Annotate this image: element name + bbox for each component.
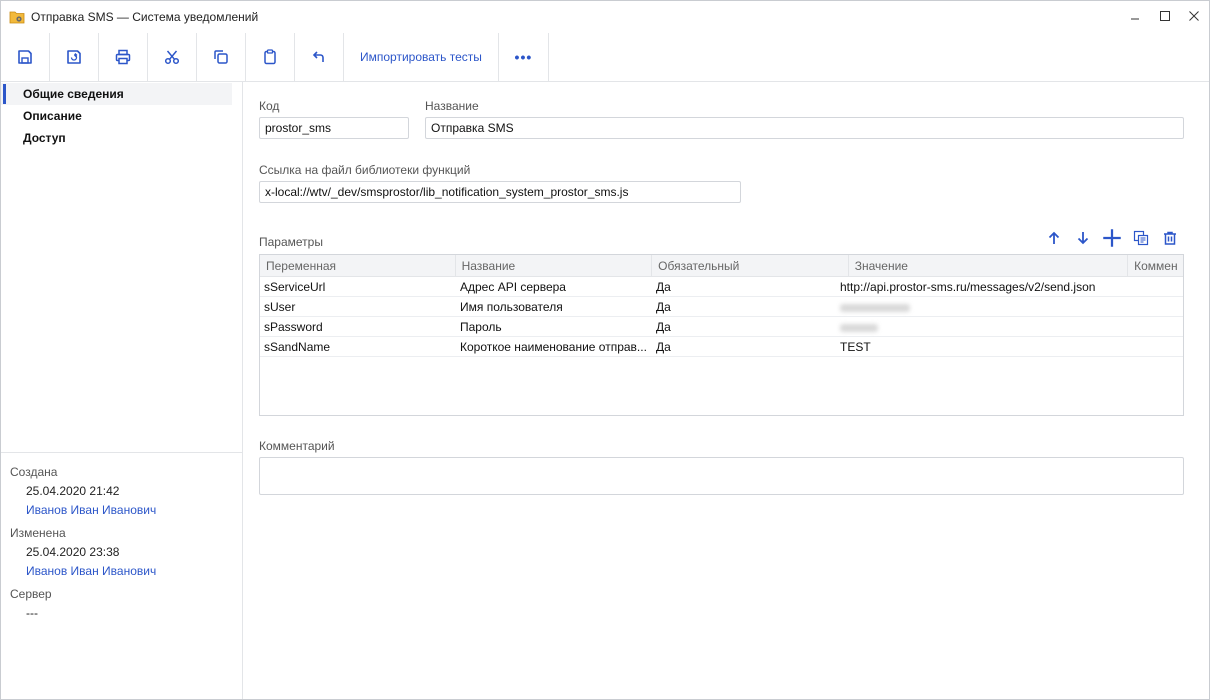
comment-field[interactable] [259,457,1184,495]
add-icon [1102,229,1121,247]
paste-button[interactable] [246,33,295,81]
table-header: Переменная Название Обязательный Значени… [260,255,1183,277]
maximize-icon [1160,11,1170,21]
cell-required: Да [656,340,671,354]
column-header-variable[interactable]: Переменная [260,255,456,277]
modified-label: Изменена [10,526,66,540]
cell-value: TEST [840,340,871,354]
undo-icon [312,51,324,62]
toolbar: Импортировать тесты ••• [1,33,1209,82]
created-label: Создана [10,465,58,479]
cell-value [836,297,1126,317]
copy-row-icon [1133,230,1148,246]
name-field[interactable]: Отправка SMS [425,117,1184,139]
column-header-required[interactable]: Обязательный [652,255,849,277]
print-button[interactable] [99,33,148,81]
table-row[interactable]: sSandName Короткое наименование отправ...… [260,337,1183,357]
import-tests-button[interactable]: Импортировать тесты [344,33,499,81]
params-table: Переменная Название Обязательный Значени… [259,254,1184,416]
save-icon [18,50,32,64]
delete-icon [1163,231,1176,245]
copy-icon [214,50,228,64]
modified-date: 25.04.2020 23:38 [26,545,120,559]
copy-button[interactable] [197,33,246,81]
cell-variable: sPassword [264,320,323,334]
params-toolbar [1039,227,1184,249]
lib-link-field[interactable]: x-local://wtv/_dev/smsprostor/lib_notifi… [259,181,741,203]
cell-name: Пароль [460,320,502,334]
close-icon [1189,11,1199,21]
cut-button[interactable] [148,33,197,81]
created-by-link[interactable]: Иванов Иван Иванович [1,501,242,520]
save-as-icon [67,50,81,64]
table-row[interactable]: sUser Имя пользователя Да [260,297,1183,317]
cell-name: Адрес API сервера [460,280,566,294]
cut-icon [164,50,180,65]
table-body: sServiceUrl Адрес API сервера Да http://api… [260,277,1183,357]
move-down-button[interactable] [1068,227,1097,249]
arrow-down-icon [1077,232,1088,245]
code-field[interactable]: prostor_sms [259,117,409,139]
table-row[interactable]: sPassword Пароль Да [260,317,1183,337]
minimize-icon [1131,18,1139,20]
sidebar-item-general[interactable]: Общие сведения [1,83,232,105]
redacted-value [840,303,910,312]
arrow-up-icon [1048,231,1059,244]
lib-link-label: Ссылка на файл библиотеки функций [259,163,471,177]
cell-variable: sSandName [264,340,331,354]
redacted-value [840,323,878,332]
move-up-button[interactable] [1039,227,1068,249]
server-label: Сервер [10,587,52,601]
save-button[interactable] [1,33,50,81]
close-button[interactable] [1181,5,1207,27]
created-date: 25.04.2020 21:42 [26,484,120,498]
sidebar-item-description[interactable]: Описание [1,105,242,127]
cell-required: Да [656,320,671,334]
cell-comment [1126,297,1183,317]
cell-comment [1126,277,1183,297]
params-label: Параметры [259,235,323,249]
sidebar: Общие сведения Описание Доступ Создана 2… [1,82,243,699]
column-header-value[interactable]: Значение [849,255,1129,277]
code-label: Код [259,99,280,113]
cell-variable: sServiceUrl [264,280,326,294]
table-row[interactable]: sServiceUrl Адрес API сервера Да http://api… [260,277,1183,297]
cell-required: Да [656,300,671,314]
cell-comment [1126,317,1183,337]
undo-button[interactable] [295,33,344,81]
modified-by-link[interactable]: Иванов Иван Иванович [1,562,242,581]
cell-comment [1126,337,1183,357]
save-as-button[interactable] [50,33,99,81]
cell-required: Да [656,280,671,294]
title-bar: Отправка SMS — Система уведомлений [1,1,1209,33]
cell-name: Имя пользователя [460,300,563,314]
column-header-name[interactable]: Название [456,255,653,277]
column-header-comment[interactable]: Коммен [1128,255,1183,277]
more-button[interactable]: ••• [499,33,549,81]
cell-value [836,317,1126,337]
maximize-button[interactable] [1152,5,1178,27]
window-title: Отправка SMS — Система уведомлений [31,10,259,24]
cell-variable: sUser [264,300,296,314]
print-icon [115,49,131,65]
copy-row-button[interactable] [1126,227,1155,249]
folder-gear-icon [9,10,25,24]
sidebar-item-access[interactable]: Доступ [1,127,242,149]
delete-row-button[interactable] [1155,227,1184,249]
app-window: Отправка SMS — Система уведомлений Импор… [0,0,1210,700]
comment-label: Комментарий [259,439,335,453]
cell-name: Короткое наименование отправ... [460,340,647,354]
record-meta: Создана 25.04.2020 21:42 Иванов Иван Ива… [1,452,242,623]
add-row-button[interactable] [1097,227,1126,249]
name-label: Название [425,99,479,113]
server-value: --- [26,606,38,620]
minimize-button[interactable] [1122,5,1148,27]
clipboard-icon [264,49,276,65]
cell-value: http://api.prostor-sms.ru/messages/v2/se… [840,280,1096,294]
